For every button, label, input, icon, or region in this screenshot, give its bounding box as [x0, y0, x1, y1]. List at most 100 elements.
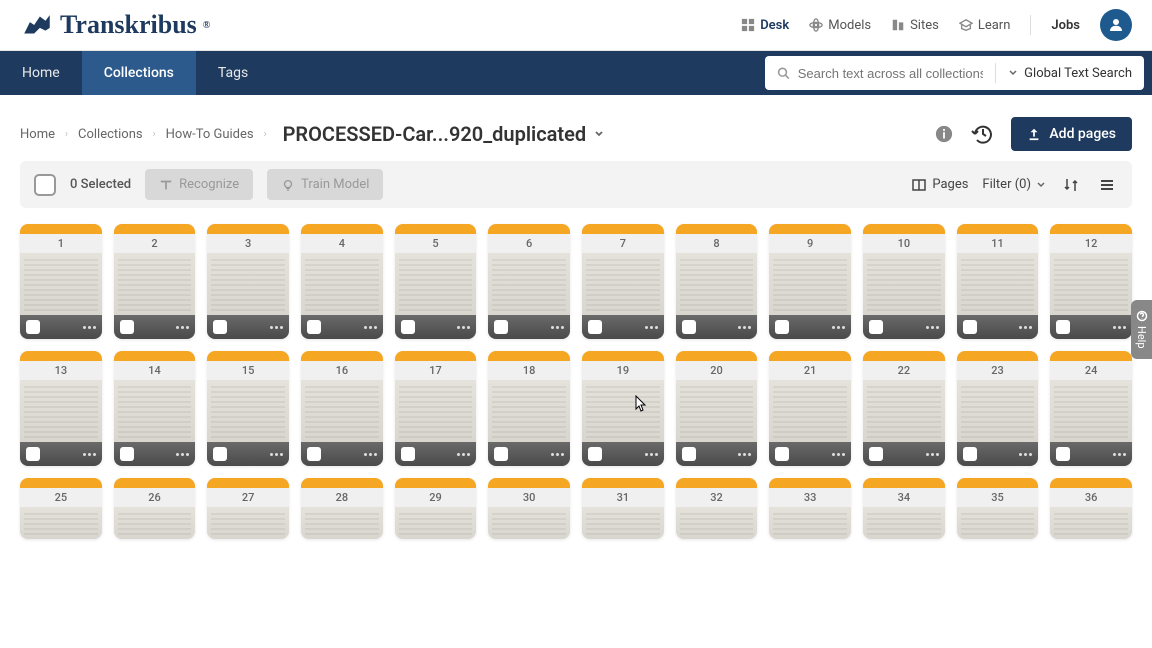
search-input[interactable]	[798, 66, 983, 81]
page-more-menu[interactable]	[738, 453, 751, 456]
recognize-button[interactable]: Recognize	[145, 169, 253, 200]
page-thumbnail[interactable]: 14	[114, 351, 196, 466]
page-select-checkbox[interactable]	[120, 447, 134, 461]
page-more-menu[interactable]	[83, 453, 96, 456]
page-thumbnail[interactable]: 13	[20, 351, 102, 466]
page-thumbnail[interactable]: 5	[395, 224, 477, 339]
select-all-checkbox[interactable]	[34, 174, 56, 196]
page-select-checkbox[interactable]	[775, 320, 789, 334]
page-select-checkbox[interactable]	[588, 447, 602, 461]
help-tab[interactable]: Help	[1131, 300, 1152, 359]
page-more-menu[interactable]	[551, 453, 564, 456]
topnav-sites[interactable]: Sites	[891, 18, 939, 33]
page-select-checkbox[interactable]	[26, 320, 40, 334]
pages-view-button[interactable]: Pages	[911, 177, 968, 193]
page-more-menu[interactable]	[176, 453, 189, 456]
page-select-checkbox[interactable]	[120, 320, 134, 334]
sort-button[interactable]	[1060, 174, 1082, 196]
info-button[interactable]	[933, 123, 955, 145]
page-select-checkbox[interactable]	[588, 320, 602, 334]
page-thumbnail[interactable]: 6	[488, 224, 570, 339]
nav-collections[interactable]: Collections	[82, 51, 196, 95]
page-select-checkbox[interactable]	[213, 320, 227, 334]
page-select-checkbox[interactable]	[26, 447, 40, 461]
page-thumbnail[interactable]: 10	[863, 224, 945, 339]
page-select-checkbox[interactable]	[682, 320, 696, 334]
search-box[interactable]	[765, 66, 995, 81]
page-thumbnail[interactable]: 25	[20, 478, 102, 539]
filter-dropdown[interactable]: Filter (0)	[982, 177, 1046, 192]
crumb-guides[interactable]: How-To Guides	[166, 127, 254, 142]
page-more-menu[interactable]	[738, 326, 751, 329]
page-thumbnail[interactable]: 21	[769, 351, 851, 466]
page-more-menu[interactable]	[457, 326, 470, 329]
page-more-menu[interactable]	[645, 326, 658, 329]
page-more-menu[interactable]	[645, 453, 658, 456]
page-more-menu[interactable]	[270, 453, 283, 456]
page-thumbnail[interactable]: 29	[395, 478, 477, 539]
page-thumbnail[interactable]: 16	[301, 351, 383, 466]
topnav-jobs[interactable]: Jobs	[1051, 18, 1080, 33]
page-thumbnail[interactable]: 26	[114, 478, 196, 539]
page-more-menu[interactable]	[1019, 453, 1032, 456]
page-more-menu[interactable]	[457, 453, 470, 456]
page-thumbnail[interactable]: 33	[769, 478, 851, 539]
page-select-checkbox[interactable]	[775, 447, 789, 461]
crumb-home[interactable]: Home	[20, 127, 55, 142]
page-select-checkbox[interactable]	[682, 447, 696, 461]
page-thumbnail[interactable]: 17	[395, 351, 477, 466]
page-thumbnail[interactable]: 18	[488, 351, 570, 466]
page-thumbnail[interactable]: 1	[20, 224, 102, 339]
page-select-checkbox[interactable]	[401, 320, 415, 334]
history-button[interactable]	[969, 120, 997, 148]
page-thumbnail[interactable]: 2	[114, 224, 196, 339]
page-thumbnail[interactable]: 20	[676, 351, 758, 466]
page-select-checkbox[interactable]	[869, 320, 883, 334]
page-thumbnail[interactable]: 8	[676, 224, 758, 339]
page-select-checkbox[interactable]	[1056, 320, 1070, 334]
page-thumbnail[interactable]: 27	[207, 478, 289, 539]
page-thumbnail[interactable]: 28	[301, 478, 383, 539]
add-pages-button[interactable]: Add pages	[1011, 117, 1132, 151]
list-view-button[interactable]	[1096, 174, 1118, 196]
page-thumbnail[interactable]: 15	[207, 351, 289, 466]
page-more-menu[interactable]	[926, 453, 939, 456]
page-thumbnail[interactable]: 4	[301, 224, 383, 339]
page-select-checkbox[interactable]	[963, 320, 977, 334]
page-thumbnail[interactable]: 35	[957, 478, 1039, 539]
page-select-checkbox[interactable]	[401, 447, 415, 461]
page-more-menu[interactable]	[832, 326, 845, 329]
page-select-checkbox[interactable]	[307, 320, 321, 334]
page-thumbnail[interactable]: 11	[957, 224, 1039, 339]
page-thumbnail[interactable]: 32	[676, 478, 758, 539]
page-more-menu[interactable]	[1113, 453, 1126, 456]
page-select-checkbox[interactable]	[213, 447, 227, 461]
page-more-menu[interactable]	[926, 326, 939, 329]
page-select-checkbox[interactable]	[963, 447, 977, 461]
page-thumbnail[interactable]: 34	[863, 478, 945, 539]
page-thumbnail[interactable]: 31	[582, 478, 664, 539]
page-thumbnail[interactable]: 19	[582, 351, 664, 466]
nav-tags[interactable]: Tags	[196, 51, 270, 95]
topnav-desk[interactable]: Desk	[741, 18, 789, 33]
page-thumbnail[interactable]: 9	[769, 224, 851, 339]
page-more-menu[interactable]	[1113, 326, 1126, 329]
page-thumbnail[interactable]: 23	[957, 351, 1039, 466]
page-more-menu[interactable]	[83, 326, 96, 329]
page-thumbnail[interactable]: 7	[582, 224, 664, 339]
page-more-menu[interactable]	[551, 326, 564, 329]
page-thumbnail[interactable]: 30	[488, 478, 570, 539]
page-thumbnail[interactable]: 24	[1050, 351, 1132, 466]
page-thumbnail[interactable]: 12	[1050, 224, 1132, 339]
page-more-menu[interactable]	[270, 326, 283, 329]
document-title-dropdown[interactable]: PROCESSED-Car...920_duplicated	[283, 122, 605, 146]
page-thumbnail[interactable]: 36	[1050, 478, 1132, 539]
page-thumbnail[interactable]: 3	[207, 224, 289, 339]
page-select-checkbox[interactable]	[494, 320, 508, 334]
topnav-models[interactable]: Models	[809, 18, 871, 33]
topnav-learn[interactable]: Learn	[959, 18, 1011, 33]
train-model-button[interactable]: Train Model	[267, 169, 383, 200]
page-select-checkbox[interactable]	[307, 447, 321, 461]
search-scope-dropdown[interactable]: Global Text Search	[996, 66, 1144, 81]
nav-home[interactable]: Home	[0, 51, 82, 95]
